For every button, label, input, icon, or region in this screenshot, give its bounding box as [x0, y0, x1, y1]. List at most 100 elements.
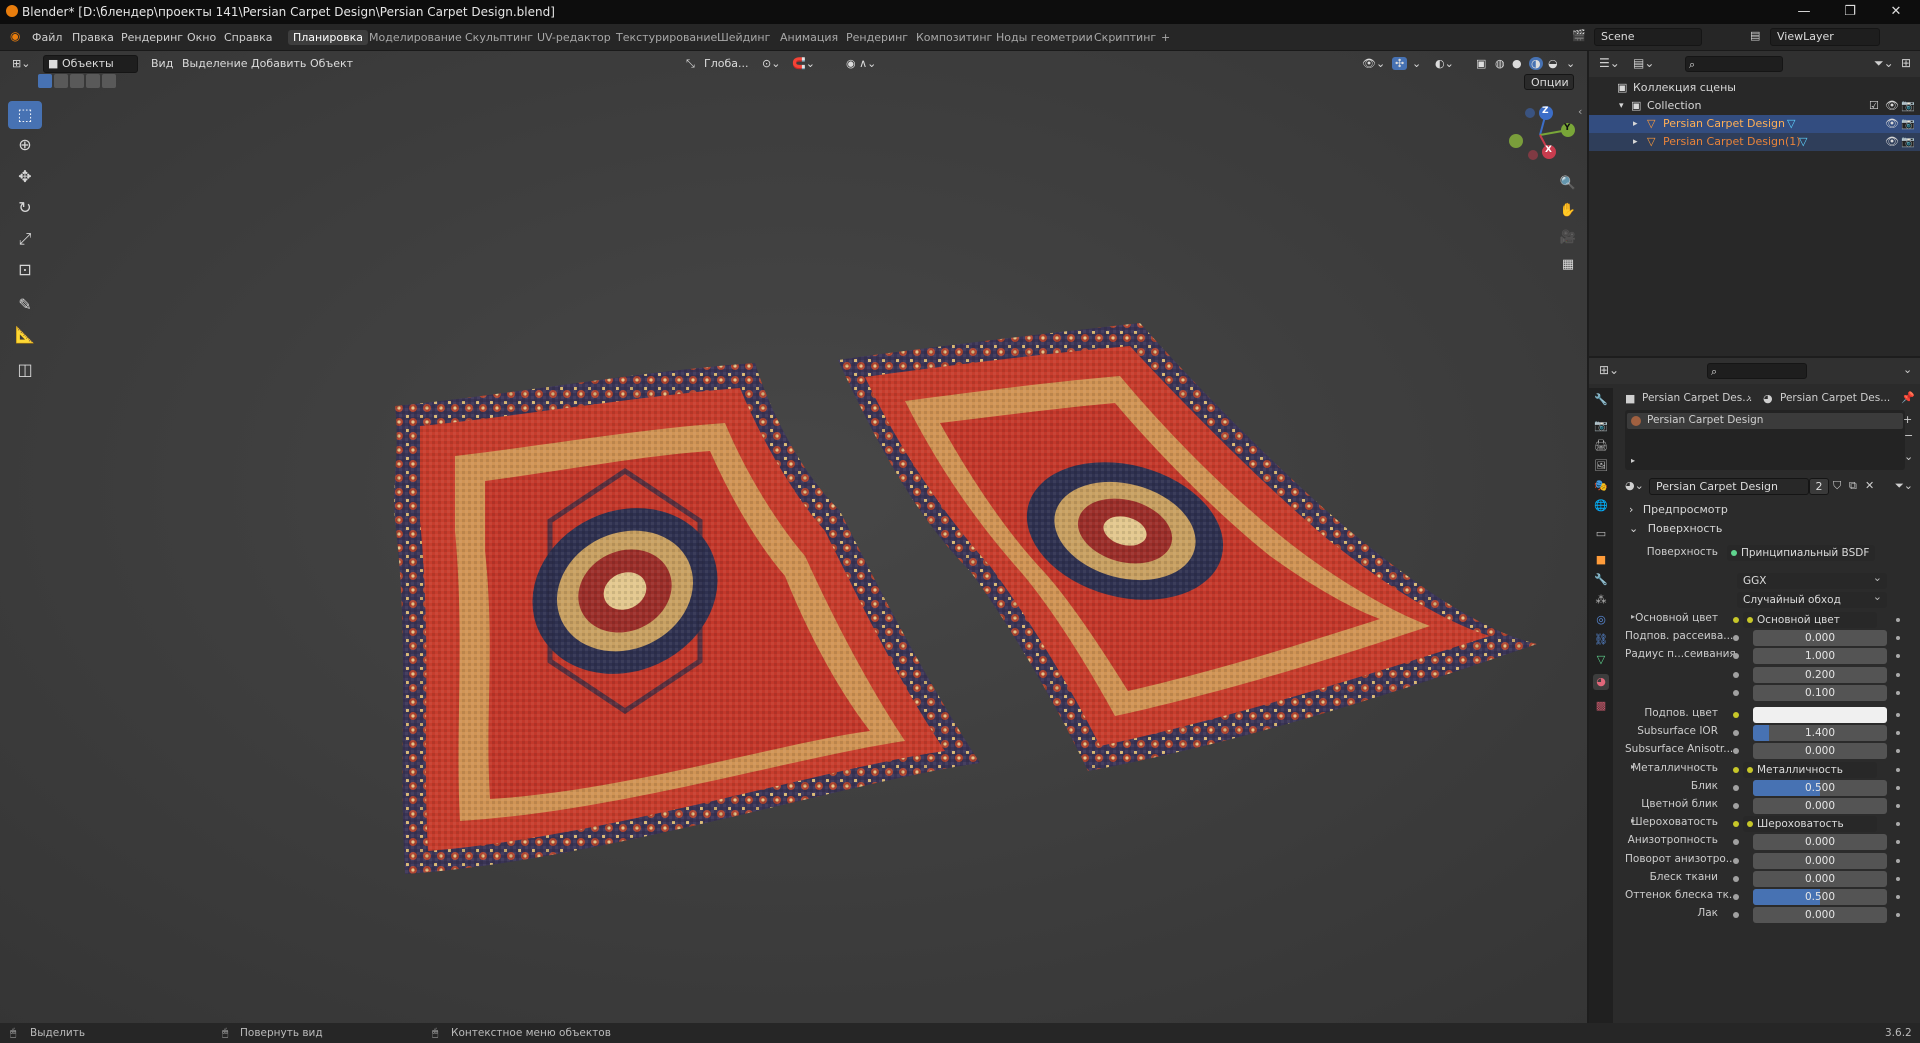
- linked-input-field[interactable]: Основной цвет: [1743, 612, 1877, 628]
- menu-window[interactable]: Окно: [187, 31, 216, 44]
- numeric-slider[interactable]: 0.000: [1753, 853, 1887, 869]
- rotate-tool-icon[interactable]: ↻: [8, 194, 42, 222]
- subsurface-method-dropdown[interactable]: Случайный обход: [1737, 589, 1887, 608]
- duplicate-material-icon[interactable]: ⧉: [1849, 479, 1857, 493]
- numeric-slider[interactable]: 0.500: [1753, 889, 1887, 905]
- keyframe-dot-icon[interactable]: [1896, 877, 1900, 881]
- keyframe-dot-icon[interactable]: [1896, 731, 1900, 735]
- input-socket-icon[interactable]: [1733, 653, 1739, 659]
- perspective-grid-icon[interactable]: ▦: [1557, 254, 1579, 276]
- keyframe-dot-icon[interactable]: [1896, 618, 1900, 622]
- add-workspace-button[interactable]: +: [1156, 30, 1175, 45]
- keyframe-dot-icon[interactable]: [1896, 768, 1900, 772]
- linked-input-field[interactable]: Шероховатость: [1743, 816, 1877, 832]
- mode-selector[interactable]: ■ Объекты: [43, 55, 138, 73]
- input-socket-icon[interactable]: [1733, 635, 1739, 641]
- gizmo-x-label[interactable]: X: [1545, 145, 1552, 155]
- input-socket-icon[interactable]: [1733, 730, 1739, 736]
- numeric-slider[interactable]: 0.100: [1753, 685, 1887, 701]
- keyframe-dot-icon[interactable]: [1896, 691, 1900, 695]
- pivot-point-icon[interactable]: ⊙⌄: [762, 57, 780, 70]
- numeric-slider[interactable]: 0.000: [1753, 743, 1887, 759]
- keyframe-dot-icon[interactable]: [1896, 713, 1900, 717]
- slot-expand-icon[interactable]: ▸: [1631, 456, 1635, 465]
- render-camera-icon[interactable]: 📷: [1901, 133, 1915, 151]
- visibility-eye-icon[interactable]: 👁: [1885, 97, 1899, 115]
- input-socket-icon[interactable]: [1733, 912, 1739, 918]
- input-socket-icon[interactable]: [1733, 876, 1739, 882]
- workspace-tab-scripting[interactable]: Скриптинг: [1089, 30, 1161, 45]
- pan-hand-icon[interactable]: ✋: [1557, 200, 1579, 222]
- particles-tab-icon[interactable]: ⁂: [1593, 592, 1609, 608]
- constraints-tab-icon[interactable]: ⛓: [1593, 632, 1609, 648]
- minimize-button[interactable]: —: [1782, 0, 1826, 24]
- numeric-slider[interactable]: 0.000: [1753, 871, 1887, 887]
- input-socket-icon[interactable]: [1733, 767, 1739, 773]
- keyframe-dot-icon[interactable]: [1896, 654, 1900, 658]
- input-socket-icon[interactable]: [1733, 894, 1739, 900]
- workspace-tab-animation[interactable]: Анимация: [775, 30, 843, 45]
- keyframe-dot-icon[interactable]: [1896, 913, 1900, 917]
- remove-slot-icon[interactable]: −: [1904, 429, 1913, 442]
- display-mode-icon[interactable]: ▤⌄: [1633, 56, 1654, 70]
- collection-tab-icon[interactable]: ▭: [1593, 526, 1609, 542]
- workspace-tab-rendering[interactable]: Рендеринг: [841, 30, 913, 45]
- scene-selector[interactable]: Scene: [1594, 28, 1702, 46]
- material-browse-icon[interactable]: ◕⌄: [1625, 479, 1644, 492]
- numeric-slider[interactable]: 0.000: [1753, 907, 1887, 923]
- scene-tab-icon[interactable]: 🎭: [1593, 478, 1609, 494]
- view-layer-selector[interactable]: ViewLayer: [1770, 28, 1880, 46]
- expand-chevron-icon[interactable]: ▾: [1619, 97, 1624, 115]
- menu-help[interactable]: Справка: [224, 31, 272, 44]
- annotate-tool-icon[interactable]: ✎: [8, 291, 42, 319]
- workspace-tab-uv-editing[interactable]: UV-редактор: [532, 30, 616, 45]
- proportional-edit-icon[interactable]: ◉ ∧⌄: [846, 57, 876, 70]
- menu-file[interactable]: Файл: [32, 31, 62, 44]
- numeric-slider[interactable]: 0.000: [1753, 798, 1887, 814]
- color-swatch[interactable]: [1753, 707, 1887, 723]
- render-camera-icon[interactable]: 📷: [1901, 97, 1915, 115]
- new-collection-icon[interactable]: ⊞: [1901, 56, 1911, 70]
- input-socket-icon[interactable]: [1733, 712, 1739, 718]
- numeric-slider[interactable]: 1.000: [1753, 648, 1887, 664]
- numeric-slider[interactable]: 1.400: [1753, 725, 1887, 741]
- numeric-slider[interactable]: 0.000: [1753, 630, 1887, 646]
- menu-select[interactable]: Выделение: [182, 57, 248, 70]
- editor-type-icon[interactable]: ⊞⌄: [12, 57, 30, 70]
- workspace-tab-sculpting[interactable]: Скульптинг: [460, 30, 538, 45]
- outliner-search-input[interactable]: ⌕: [1685, 56, 1783, 72]
- input-socket-icon[interactable]: [1733, 672, 1739, 678]
- add-slot-icon[interactable]: +: [1903, 413, 1912, 426]
- keyframe-dot-icon[interactable]: [1896, 673, 1900, 677]
- numeric-slider[interactable]: 0.500: [1753, 780, 1887, 796]
- overlay-icon[interactable]: ◐⌄: [1435, 57, 1454, 70]
- visibility-icon[interactable]: 👁⌄: [1362, 57, 1385, 70]
- input-socket-icon[interactable]: [1733, 748, 1739, 754]
- select-subtract-icon[interactable]: [70, 74, 84, 88]
- input-socket-icon[interactable]: [1733, 785, 1739, 791]
- numeric-slider[interactable]: 0.000: [1753, 834, 1887, 850]
- input-socket-icon[interactable]: [1733, 858, 1739, 864]
- blender-menu-icon[interactable]: ◉: [10, 29, 20, 43]
- 3d-viewport[interactable]: Z Y X ⊞⌄ ■ Объекты Вид Выделение Добавит…: [0, 51, 1587, 1023]
- workspace-tab-modeling[interactable]: Моделирование: [364, 30, 467, 45]
- properties-editor-icon[interactable]: ⊞⌄: [1599, 363, 1619, 377]
- menu-add[interactable]: Добавить: [251, 57, 306, 70]
- expand-chevron-icon[interactable]: ▸: [1633, 115, 1638, 133]
- outliner-collection-row[interactable]: ▾ ▣ Collection ☑ 👁 📷: [1589, 97, 1920, 115]
- input-socket-icon[interactable]: [1733, 821, 1739, 827]
- object-tab-icon[interactable]: ■: [1593, 552, 1609, 568]
- modifier-tab-icon[interactable]: 🔧: [1593, 572, 1609, 588]
- material-preview-shading-icon[interactable]: ◑: [1529, 57, 1543, 70]
- unlink-material-icon[interactable]: ✕: [1865, 479, 1874, 492]
- exclude-checkbox-icon[interactable]: ☑: [1869, 97, 1879, 115]
- options-dropdown[interactable]: Опции: [1524, 74, 1574, 90]
- menu-view[interactable]: Вид: [151, 57, 173, 70]
- menu-edit[interactable]: Правка: [72, 31, 114, 44]
- rendered-shading-icon[interactable]: ◒: [1548, 57, 1558, 70]
- gizmo-dropdown-icon[interactable]: ⌄: [1412, 57, 1421, 70]
- outliner-object-row[interactable]: ▸ ▽ Persian Carpet Design(1) ▽ 👁 📷: [1589, 133, 1920, 151]
- xray-icon[interactable]: ▣: [1476, 57, 1486, 70]
- material-slot-row[interactable]: Persian Carpet Design: [1627, 413, 1903, 429]
- select-intersect-icon[interactable]: [102, 74, 116, 88]
